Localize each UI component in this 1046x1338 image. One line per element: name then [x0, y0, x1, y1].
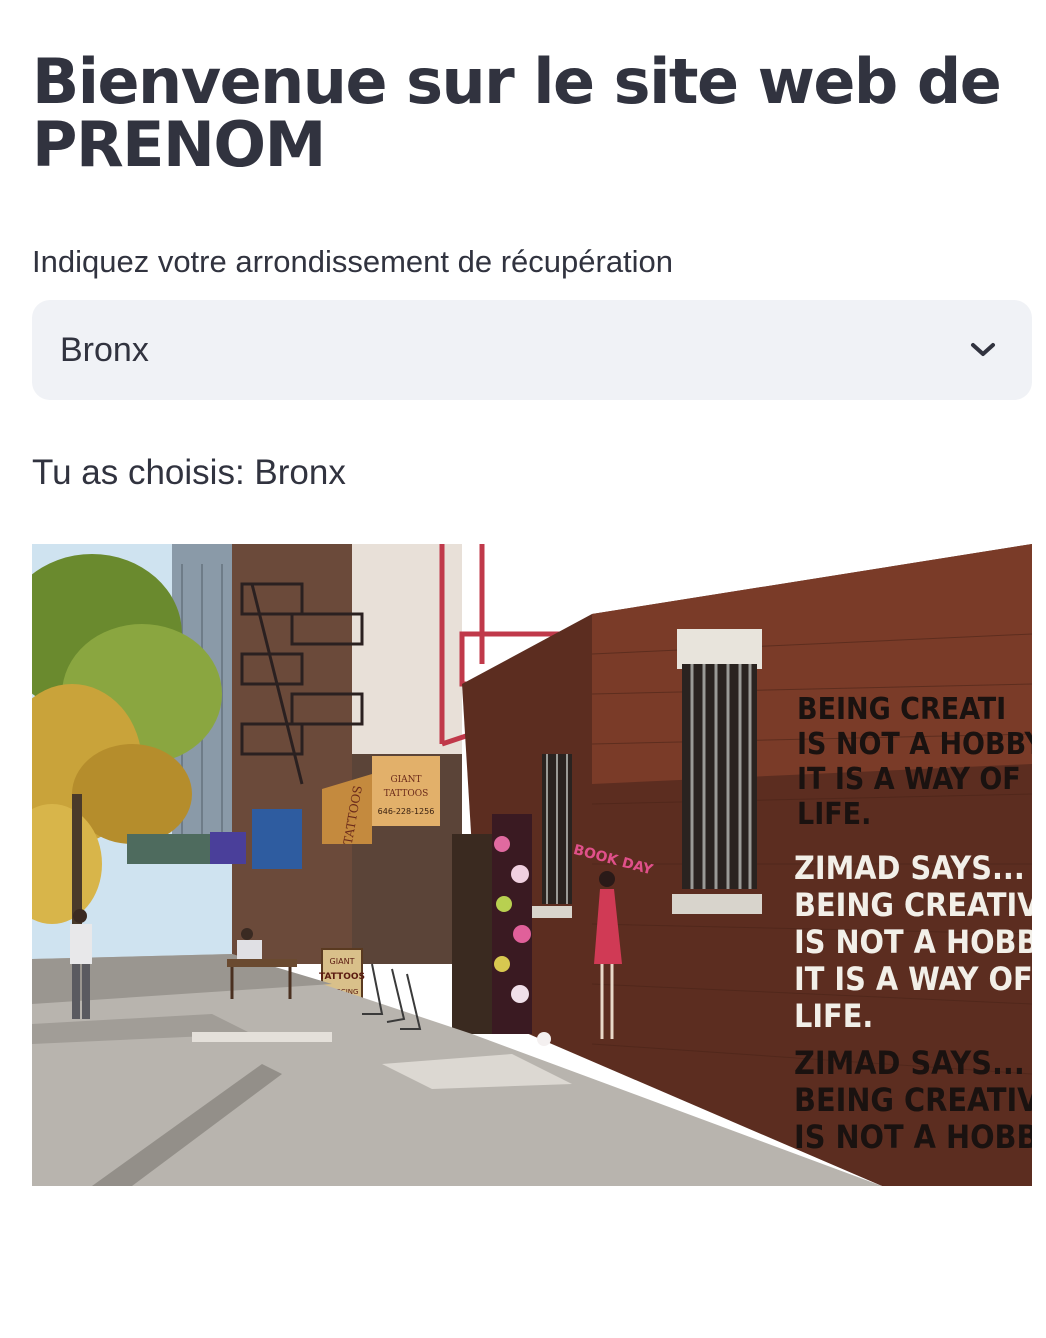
svg-text:BEING CREATIVE: BEING CREATIVE [794, 1081, 1032, 1119]
svg-text:TATTOOS: TATTOOS [384, 789, 429, 799]
svg-text:LIFE.: LIFE. [797, 797, 871, 832]
street-photo: GIANT TATTOOS 646-228-1256 TATTOOS GIANT… [32, 544, 1032, 1187]
svg-text:BEING CREATI: BEING CREATI [797, 692, 1006, 727]
svg-text:BEING CREATIVE: BEING CREATIVE [794, 886, 1032, 924]
select-label: Indiquez votre arrondissement de récupér… [32, 244, 674, 280]
barred-window [672, 629, 762, 915]
svg-text:IT IS A WAY OF: IT IS A WAY OF [797, 762, 1021, 797]
svg-text:IS NOT A HOBBY.: IS NOT A HOBBY. [794, 1118, 1032, 1156]
svg-text:GIANT: GIANT [330, 957, 355, 966]
borough-select[interactable]: Bronx [32, 300, 1032, 401]
selection-result: Tu as choisis: Bronx [32, 453, 346, 493]
svg-text:ZIMAD SAYS...: ZIMAD SAYS... [794, 1044, 1025, 1082]
svg-text:LIFE.: LIFE. [794, 997, 873, 1035]
select-value: Bronx [60, 330, 149, 369]
svg-text:IS NOT A HOBBY.: IS NOT A HOBBY. [797, 727, 1032, 762]
svg-text:IT IS A WAY OF: IT IS A WAY OF [794, 960, 1032, 998]
svg-text:GIANT: GIANT [390, 775, 421, 785]
page: Bienvenue sur le site web de PRENOM Indi… [0, 0, 1046, 1187]
wall-stencil-text: BEING CREATI IS NOT A HOBBY. IT IS A WAY… [794, 692, 1032, 1156]
page-title: Bienvenue sur le site web de PRENOM [32, 45, 1002, 182]
svg-text:IS NOT A HOBBY.: IS NOT A HOBBY. [794, 923, 1032, 961]
svg-text:ZIMAD SAYS...: ZIMAD SAYS... [794, 849, 1025, 887]
svg-text:TATTOOS: TATTOOS [319, 972, 365, 982]
chevron-down-icon[interactable] [968, 335, 998, 365]
svg-text:646-228-1256: 646-228-1256 [378, 807, 435, 816]
